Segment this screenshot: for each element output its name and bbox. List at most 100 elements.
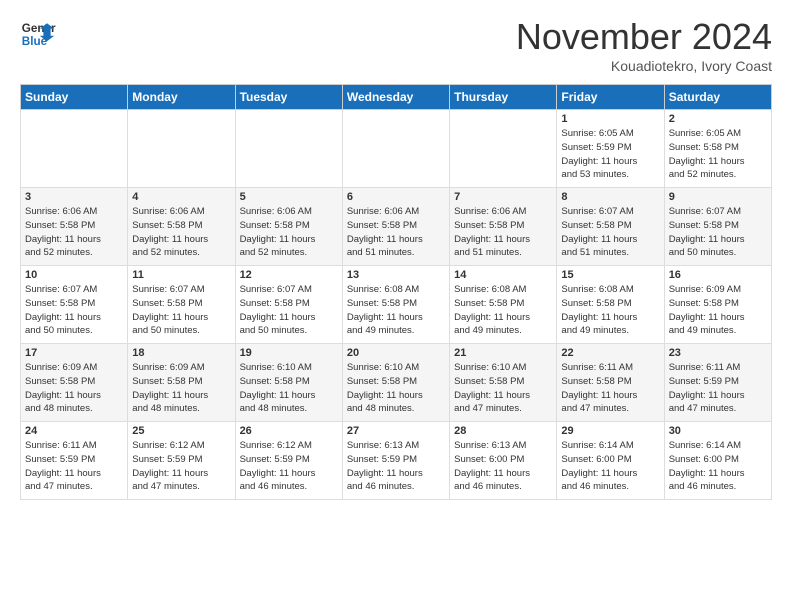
day-number: 10: [25, 269, 123, 281]
weekday-header: Monday: [128, 85, 235, 110]
day-info: Sunrise: 6:09 AMSunset: 5:58 PMDaylight:…: [25, 361, 123, 416]
day-number: 28: [454, 425, 552, 437]
day-info: Sunrise: 6:08 AMSunset: 5:58 PMDaylight:…: [454, 283, 552, 338]
day-info: Sunrise: 6:12 AMSunset: 5:59 PMDaylight:…: [132, 439, 230, 494]
day-number: 4: [132, 191, 230, 203]
day-number: 22: [561, 347, 659, 359]
day-info: Sunrise: 6:08 AMSunset: 5:58 PMDaylight:…: [347, 283, 445, 338]
weekday-header: Wednesday: [342, 85, 449, 110]
calendar-day-cell: 10 Sunrise: 6:07 AMSunset: 5:58 PMDayligh…: [21, 266, 128, 344]
day-number: 9: [669, 191, 767, 203]
page: General Blue November 2024 Kouadiotekro,…: [0, 0, 792, 512]
day-info: Sunrise: 6:06 AMSunset: 5:58 PMDaylight:…: [132, 205, 230, 260]
calendar-day-cell: 18 Sunrise: 6:09 AMSunset: 5:58 PMDayligh…: [128, 344, 235, 422]
location-subtitle: Kouadiotekro, Ivory Coast: [516, 58, 772, 74]
day-number: 1: [561, 113, 659, 125]
day-number: 21: [454, 347, 552, 359]
title-block: November 2024 Kouadiotekro, Ivory Coast: [516, 16, 772, 74]
day-info: Sunrise: 6:11 AMSunset: 5:58 PMDaylight:…: [561, 361, 659, 416]
weekday-header: Saturday: [664, 85, 771, 110]
day-number: 30: [669, 425, 767, 437]
day-info: Sunrise: 6:07 AMSunset: 5:58 PMDaylight:…: [561, 205, 659, 260]
day-number: 19: [240, 347, 338, 359]
day-info: Sunrise: 6:06 AMSunset: 5:58 PMDaylight:…: [25, 205, 123, 260]
day-info: Sunrise: 6:10 AMSunset: 5:58 PMDaylight:…: [347, 361, 445, 416]
calendar-day-cell: 5 Sunrise: 6:06 AMSunset: 5:58 PMDaylight…: [235, 188, 342, 266]
day-info: Sunrise: 6:07 AMSunset: 5:58 PMDaylight:…: [240, 283, 338, 338]
day-info: Sunrise: 6:14 AMSunset: 6:00 PMDaylight:…: [669, 439, 767, 494]
calendar-day-cell: 16Sunrise: 6:09 AMSunset: 5:58 PMDayligh…: [664, 266, 771, 344]
day-number: 2: [669, 113, 767, 125]
day-info: Sunrise: 6:06 AMSunset: 5:58 PMDaylight:…: [347, 205, 445, 260]
svg-text:General: General: [22, 22, 56, 35]
day-info: Sunrise: 6:08 AMSunset: 5:58 PMDaylight:…: [561, 283, 659, 338]
day-number: 17: [25, 347, 123, 359]
calendar-day-cell: 27 Sunrise: 6:13 AMSunset: 5:59 PMDayligh…: [342, 422, 449, 500]
day-info: Sunrise: 6:12 AMSunset: 5:59 PMDaylight:…: [240, 439, 338, 494]
day-number: 20: [347, 347, 445, 359]
calendar-day-cell: 26 Sunrise: 6:12 AMSunset: 5:59 PMDayligh…: [235, 422, 342, 500]
day-info: Sunrise: 6:05 AMSunset: 5:59 PMDaylight:…: [561, 127, 659, 182]
calendar-day-cell: 13Sunrise: 6:08 AMSunset: 5:58 PMDayligh…: [342, 266, 449, 344]
logo-icon: General Blue: [20, 16, 56, 52]
day-info: Sunrise: 6:06 AMSunset: 5:58 PMDaylight:…: [240, 205, 338, 260]
day-info: Sunrise: 6:13 AMSunset: 6:00 PMDaylight:…: [454, 439, 552, 494]
day-info: Sunrise: 6:11 AMSunset: 5:59 PMDaylight:…: [669, 361, 767, 416]
calendar-week-row: 24 Sunrise: 6:11 AMSunset: 5:59 PMDayligh…: [21, 422, 772, 500]
day-number: 12: [240, 269, 338, 281]
day-number: 7: [454, 191, 552, 203]
header: General Blue November 2024 Kouadiotekro,…: [20, 16, 772, 74]
day-number: 23: [669, 347, 767, 359]
calendar-day-cell: [450, 110, 557, 188]
calendar-day-cell: 14Sunrise: 6:08 AMSunset: 5:58 PMDayligh…: [450, 266, 557, 344]
calendar-day-cell: 11Sunrise: 6:07 AMSunset: 5:58 PMDayligh…: [128, 266, 235, 344]
day-info: Sunrise: 6:07 AMSunset: 5:58 PMDaylight:…: [669, 205, 767, 260]
calendar-day-cell: 29 Sunrise: 6:14 AMSunset: 6:00 PMDayligh…: [557, 422, 664, 500]
calendar-table: SundayMondayTuesdayWednesdayThursdayFrid…: [20, 84, 772, 500]
day-info: Sunrise: 6:07 AMSunset: 5:58 PMDaylight:…: [25, 283, 123, 338]
calendar-day-cell: 20 Sunrise: 6:10 AMSunset: 5:58 PMDayligh…: [342, 344, 449, 422]
day-number: 26: [240, 425, 338, 437]
day-number: 11: [132, 269, 230, 281]
day-info: Sunrise: 6:13 AMSunset: 5:59 PMDaylight:…: [347, 439, 445, 494]
calendar-week-row: 1 Sunrise: 6:05 AMSunset: 5:59 PMDaylight…: [21, 110, 772, 188]
calendar-day-cell: 21Sunrise: 6:10 AMSunset: 5:58 PMDayligh…: [450, 344, 557, 422]
calendar-day-cell: 1 Sunrise: 6:05 AMSunset: 5:59 PMDaylight…: [557, 110, 664, 188]
weekday-header: Sunday: [21, 85, 128, 110]
calendar-day-cell: 3 Sunrise: 6:06 AMSunset: 5:58 PMDaylight…: [21, 188, 128, 266]
month-title: November 2024: [516, 16, 772, 58]
day-number: 8: [561, 191, 659, 203]
calendar-day-cell: 9 Sunrise: 6:07 AMSunset: 5:58 PMDaylight…: [664, 188, 771, 266]
calendar-week-row: 10 Sunrise: 6:07 AMSunset: 5:58 PMDayligh…: [21, 266, 772, 344]
day-info: Sunrise: 6:14 AMSunset: 6:00 PMDaylight:…: [561, 439, 659, 494]
calendar-day-cell: [235, 110, 342, 188]
day-number: 3: [25, 191, 123, 203]
day-number: 29: [561, 425, 659, 437]
day-info: Sunrise: 6:11 AMSunset: 5:59 PMDaylight:…: [25, 439, 123, 494]
weekday-header: Tuesday: [235, 85, 342, 110]
day-number: 27: [347, 425, 445, 437]
calendar-day-cell: 19 Sunrise: 6:10 AMSunset: 5:58 PMDayligh…: [235, 344, 342, 422]
calendar-day-cell: 4 Sunrise: 6:06 AMSunset: 5:58 PMDaylight…: [128, 188, 235, 266]
day-info: Sunrise: 6:09 AMSunset: 5:58 PMDaylight:…: [132, 361, 230, 416]
calendar-day-cell: 7Sunrise: 6:06 AMSunset: 5:58 PMDaylight…: [450, 188, 557, 266]
calendar-day-cell: 17 Sunrise: 6:09 AMSunset: 5:58 PMDayligh…: [21, 344, 128, 422]
day-number: 25: [132, 425, 230, 437]
calendar-week-row: 17 Sunrise: 6:09 AMSunset: 5:58 PMDayligh…: [21, 344, 772, 422]
day-number: 24: [25, 425, 123, 437]
calendar-day-cell: 30 Sunrise: 6:14 AMSunset: 6:00 PMDayligh…: [664, 422, 771, 500]
calendar-day-cell: [342, 110, 449, 188]
calendar-day-cell: [128, 110, 235, 188]
weekday-header: Friday: [557, 85, 664, 110]
calendar-day-cell: 8 Sunrise: 6:07 AMSunset: 5:58 PMDaylight…: [557, 188, 664, 266]
calendar-day-cell: [21, 110, 128, 188]
day-number: 5: [240, 191, 338, 203]
day-number: 15: [561, 269, 659, 281]
day-info: Sunrise: 6:10 AMSunset: 5:58 PMDaylight:…: [240, 361, 338, 416]
day-number: 18: [132, 347, 230, 359]
calendar-day-cell: 2 Sunrise: 6:05 AMSunset: 5:58 PMDaylight…: [664, 110, 771, 188]
calendar-week-row: 3 Sunrise: 6:06 AMSunset: 5:58 PMDaylight…: [21, 188, 772, 266]
weekday-header: Thursday: [450, 85, 557, 110]
day-info: Sunrise: 6:05 AMSunset: 5:58 PMDaylight:…: [669, 127, 767, 182]
calendar-day-cell: 12 Sunrise: 6:07 AMSunset: 5:58 PMDayligh…: [235, 266, 342, 344]
